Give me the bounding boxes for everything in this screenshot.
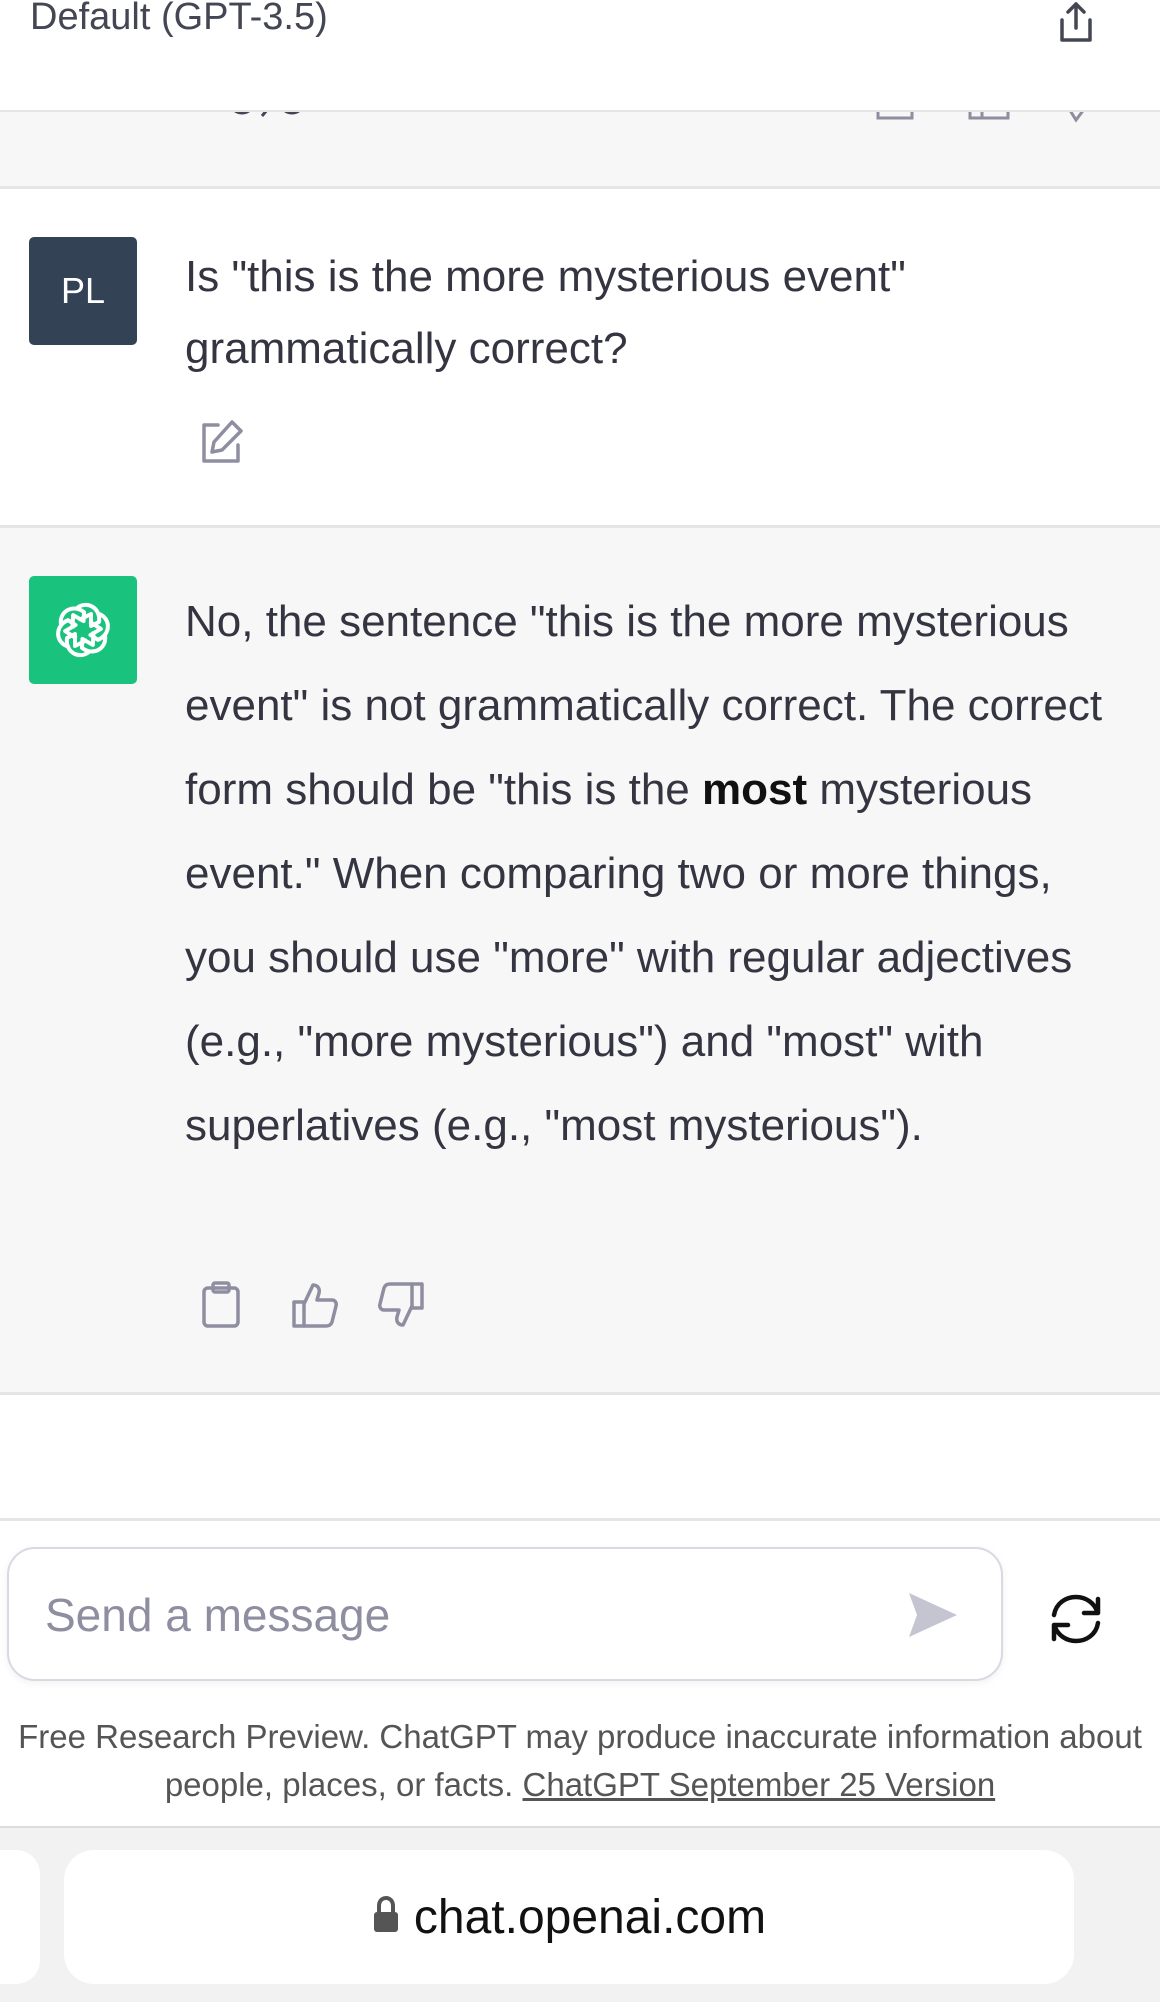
openai-logo-icon xyxy=(29,576,137,684)
address-bar[interactable]: chat.openai.com xyxy=(64,1850,1074,1984)
message-input[interactable] xyxy=(43,1579,867,1651)
user-message-text: Is "this is the more mysterious event" g… xyxy=(185,252,906,373)
share-icon[interactable] xyxy=(1052,0,1100,48)
top-bar: Default (GPT-3.5) xyxy=(0,0,1160,112)
browser-bar: chat.openai.com xyxy=(0,1826,1160,2002)
previous-tab[interactable] xyxy=(0,1850,40,1984)
edit-icon[interactable] xyxy=(196,417,246,467)
assistant-message: No, the sentence "this is the more myste… xyxy=(0,528,1160,1395)
disclaimer: Free Research Preview. ChatGPT may produ… xyxy=(0,1713,1160,1809)
url-text: chat.openai.com xyxy=(413,1890,767,1944)
assistant-text-part-2: mysterious event." When comparing two or… xyxy=(185,765,1073,1150)
previous-response-strip xyxy=(0,106,1160,189)
message-box[interactable] xyxy=(7,1547,1003,1681)
lock-icon xyxy=(372,1895,400,1940)
assistant-message-text: No, the sentence "this is the more myste… xyxy=(185,580,1115,1168)
regenerate-icon[interactable] xyxy=(1046,1589,1106,1649)
version-link[interactable]: ChatGPT September 25 Version xyxy=(523,1766,996,1803)
composer-area: Free Research Preview. ChatGPT may produ… xyxy=(0,1518,1160,1829)
bold-word: most xyxy=(701,765,808,814)
user-avatar: PL xyxy=(29,237,137,345)
model-title[interactable]: Default (GPT-3.5) xyxy=(30,0,328,39)
send-icon[interactable] xyxy=(905,1587,961,1643)
copy-icon[interactable] xyxy=(196,1280,246,1330)
user-message: PL Is "this is the more mysterious event… xyxy=(0,189,1160,528)
thumbs-up-icon[interactable] xyxy=(290,1280,340,1330)
thumbs-down-icon[interactable] xyxy=(376,1280,426,1330)
